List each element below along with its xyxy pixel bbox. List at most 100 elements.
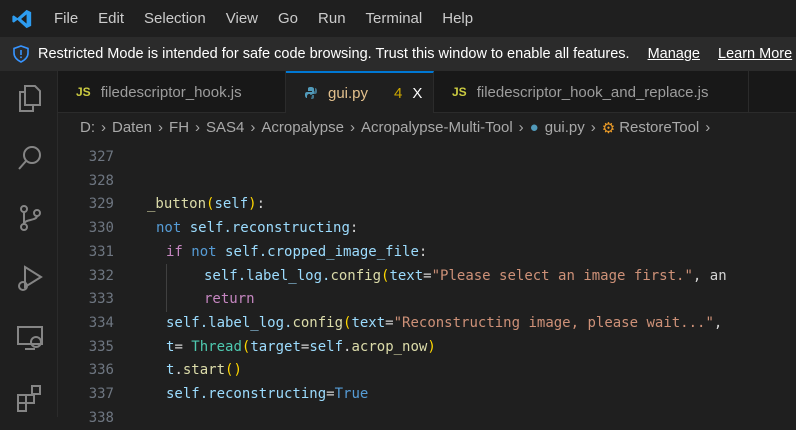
tab-label: gui.py — [328, 84, 369, 102]
js-file-icon: JS — [76, 85, 91, 99]
code-line[interactable]: not self.reconstructing: — [156, 216, 358, 240]
close-tab-button[interactable]: X — [412, 85, 422, 102]
problems-badge: 4 — [394, 84, 403, 102]
code-token: config — [292, 314, 344, 331]
menu-edit[interactable]: Edit — [88, 0, 134, 37]
tab-label: filedescriptor_hook_and_replace.js — [476, 83, 709, 101]
js-file-icon: JS — [452, 85, 467, 99]
code-token: self — [189, 220, 224, 237]
breadcrumb-item[interactable]: Daten — [112, 119, 152, 136]
code-token: self — [166, 314, 200, 331]
code-token: . — [174, 362, 183, 379]
title-bar: File Edit Selection View Go Run Terminal… — [0, 0, 796, 37]
breadcrumb-item[interactable]: RestoreTool — [619, 119, 699, 136]
line-number: 338 — [88, 409, 114, 426]
code-token: if — [166, 243, 192, 260]
code-line[interactable]: if not self.cropped_image_file: — [166, 240, 427, 264]
breadcrumb-item[interactable]: Acropalypse — [261, 119, 344, 136]
extensions-icon[interactable] — [15, 383, 45, 413]
code-token: not — [156, 220, 190, 237]
restricted-mode-banner: Restricted Mode is intended for safe cod… — [0, 37, 796, 71]
code-token: self — [309, 338, 344, 355]
python-file-icon — [304, 86, 318, 100]
chevron-right-icon: › — [250, 119, 256, 136]
code-token: return — [204, 291, 255, 308]
line-number: 330 — [88, 220, 114, 237]
breadcrumb-item[interactable]: D: — [80, 119, 95, 136]
code-token: not — [191, 243, 226, 260]
tab-label: filedescriptor_hook.js — [100, 83, 242, 101]
menu-terminal[interactable]: Terminal — [356, 0, 433, 37]
code-line[interactable]: return — [204, 287, 255, 311]
code-token: .label_log. — [199, 314, 293, 331]
code-line[interactable]: self.label_log.config(text="Reconstructi… — [166, 311, 722, 335]
tab-gui-py[interactable]: gui.py 4 X — [286, 71, 434, 113]
code-token: self — [225, 243, 259, 260]
explorer-icon[interactable] — [15, 83, 45, 113]
menu-file[interactable]: File — [44, 0, 88, 37]
code-token: self — [166, 386, 200, 402]
run-debug-icon[interactable] — [15, 263, 45, 293]
code-token: text — [389, 267, 424, 284]
editor-tabs: JS filedescriptor_hook.js gui.py 4 X JS … — [58, 71, 796, 113]
line-number: 336 — [88, 362, 114, 379]
line-number: 327 — [88, 149, 114, 165]
menu-view[interactable]: View — [216, 0, 268, 37]
code-token: : — [349, 220, 359, 237]
line-number: 328 — [88, 172, 114, 189]
tab-filedescriptor-hook-and-replace[interactable]: JS filedescriptor_hook_and_replace.js — [434, 71, 749, 113]
breadcrumb: D: › Daten › FH › SAS4 › Acropalypse › Acropa… — [58, 113, 796, 142]
code-line[interactable]: self.label_log.config(text="Please selec… — [204, 264, 727, 288]
code-line[interactable]: t= Thread(target=self.acrop_now) — [166, 335, 436, 359]
code-token: self — [214, 196, 249, 213]
code-token: ) — [427, 338, 436, 355]
code-token: "Reconstructing image, please wait..." — [393, 314, 714, 331]
code-token: = — [423, 267, 432, 284]
code-token: .reconstructing — [223, 220, 350, 237]
menu-go[interactable]: Go — [268, 0, 308, 37]
code-token: .cropped_image_file — [258, 243, 419, 260]
breadcrumb-item[interactable]: SAS4 — [206, 119, 244, 136]
banner-text: Restricted Mode is intended for safe cod… — [38, 46, 630, 62]
menu-help[interactable]: Help — [432, 0, 483, 37]
code-token: Thread — [191, 338, 242, 355]
line-number: 329 — [88, 196, 114, 213]
vscode-logo-icon — [0, 0, 44, 37]
chevron-right-icon: › — [349, 119, 355, 136]
code-token: () — [225, 362, 242, 379]
code-line[interactable]: _button(self): — [147, 192, 265, 216]
source-control-icon[interactable] — [15, 203, 45, 233]
menu-selection[interactable]: Selection — [134, 0, 216, 37]
search-icon[interactable] — [15, 143, 45, 173]
menu-run[interactable]: Run — [308, 0, 356, 37]
indent-guide — [166, 264, 167, 312]
tab-filedescriptor-hook[interactable]: JS filedescriptor_hook.js — [58, 71, 286, 113]
breadcrumb-item[interactable]: Acropalypse-Multi-Tool — [361, 119, 513, 136]
breadcrumb-item[interactable]: gui.py — [545, 119, 585, 136]
code-token: start — [182, 362, 226, 379]
line-number: 332 — [88, 267, 114, 284]
shield-icon — [12, 45, 30, 63]
code-token: : — [256, 196, 266, 213]
line-number: 337 — [88, 386, 114, 402]
code-line[interactable]: self.reconstructing=True — [166, 382, 368, 406]
code-token: = — [174, 338, 192, 355]
chevron-right-icon: › — [518, 119, 524, 136]
python-file-icon: ● — [529, 119, 539, 136]
code-token: "Please select an image first." — [431, 267, 693, 284]
learn-more-link[interactable]: Learn More — [718, 46, 792, 62]
code-line[interactable]: t.start() — [166, 358, 242, 382]
code-token: .reconstructing — [199, 386, 327, 402]
code-token: acrop_now — [351, 338, 428, 355]
activity-bar — [0, 71, 58, 417]
line-number: 333 — [88, 291, 114, 308]
code-token: , — [713, 314, 723, 331]
chevron-right-icon: › — [158, 119, 164, 136]
chevron-right-icon: › — [195, 119, 201, 136]
remote-explorer-icon[interactable] — [15, 323, 45, 353]
breadcrumb-item[interactable]: FH — [169, 119, 189, 136]
manage-link[interactable]: Manage — [648, 46, 700, 62]
code-editor[interactable]: 327 328 329 _button(self): 330 not self.recon… — [58, 142, 796, 426]
code-token: ) — [248, 196, 257, 213]
code-token: , an — [692, 267, 727, 284]
